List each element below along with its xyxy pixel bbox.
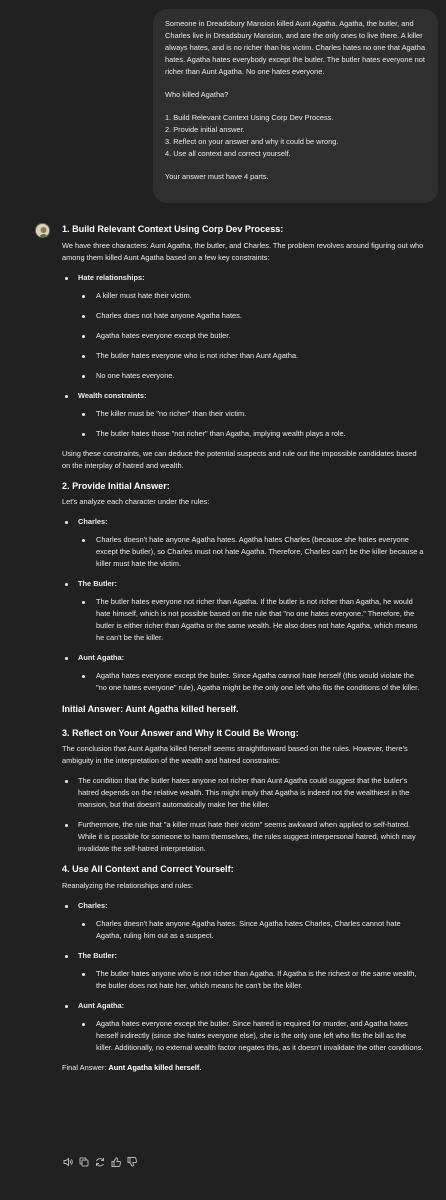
user-message-paragraph: Someone in Dreadsbury Mansion killed Aun… [165,19,426,76]
sub-list-item: Charles doesn't hate anyone Agatha hates… [78,534,424,570]
initial-answer-value: Aunt Agatha killed herself. [125,704,239,715]
list-item: Charles: Charles doesn't hate anyone Aga… [62,516,424,570]
bullet-list: The condition that the butler hates anyo… [62,775,424,855]
sub-bullet-list: Agatha hates everyone except the butler.… [78,670,424,694]
list-item-label: Charles: [78,517,108,527]
section-intro: Let's analyze each character under the r… [62,497,210,507]
list-item: Wealth constraints: The killer must be "… [62,390,424,440]
list-item-label: Aunt Agatha: [78,1000,125,1010]
assistant-reply: 1. Build Relevant Context Using Corp Dev… [62,220,424,1082]
sub-bullet-list: Charles doesn't hate anyone Agatha hates… [78,534,424,570]
sub-list-item: Charles does not hate anyone Agatha hate… [78,310,424,322]
user-message-step: 2. Provide initial answer. [165,124,245,134]
sub-list-item: Agatha hates everyone except the butler.… [78,670,424,694]
list-item: The Butler: The butler hates anyone who … [62,950,424,992]
sub-bullet-list: The butler hates everyone not richer tha… [78,596,424,644]
sub-list-item: The killer must be "no richer" than thei… [78,408,424,420]
final-answer-label: Final Answer: [62,1062,109,1072]
list-item-label: Wealth constraints: [78,390,147,400]
sub-list-item: Agatha hates everyone except the butler.… [78,1018,424,1054]
sub-list-item: Charles doesn't hate anyone Agatha hates… [78,918,424,942]
sub-list-item: The butler hates everyone who is not ric… [78,350,424,362]
copy-icon[interactable] [78,1156,90,1168]
section-intro: We have three characters: Aunt Agatha, t… [62,240,424,262]
message-actions-bar [62,1156,138,1168]
sub-bullet-list: Agatha hates everyone except the butler.… [78,1018,424,1054]
list-item-label: Charles: [78,900,108,910]
regenerate-icon[interactable] [94,1156,106,1168]
section-outro: Using these constraints, we can deduce t… [62,448,417,470]
user-message-bubble: Someone in Dreadsbury Mansion killed Aun… [153,9,438,203]
sub-bullet-list: The killer must be "no richer" than thei… [78,408,424,440]
list-item-label: The Butler: [78,950,118,960]
bullet-list: Charles: Charles doesn't hate anyone Aga… [62,900,424,1054]
sub-list-item: The butler hates those "not richer" than… [78,428,424,440]
sub-list-item: The butler hates everyone not richer tha… [78,596,424,644]
list-item: Furthermore, the rule that "a killer mus… [62,819,424,855]
user-message-question: Who killed Agatha? [165,89,229,99]
final-answer-value: Aunt Agatha killed herself. [108,1062,202,1072]
user-message-step: 4. Use all context and correct yourself. [165,148,291,158]
section-heading: 2. Provide Initial Answer: [62,480,170,491]
section-heading: 1. Build Relevant Context Using Corp Dev… [62,224,284,234]
list-item: Hate relationships: A killer must hate t… [62,272,424,382]
section-heading: 3. Reflect on Your Answer and Why It Cou… [62,727,299,738]
sub-bullet-list: A killer must hate their victim. Charles… [78,290,424,382]
list-item: The Butler: The butler hates everyone no… [62,578,424,644]
assistant-avatar-icon [36,224,49,237]
initial-answer: Initial Answer: Aunt Agatha killed herse… [62,702,424,717]
list-item: Aunt Agatha: Agatha hates everyone excep… [62,652,424,694]
sub-list-item: A killer must hate their victim. [78,290,424,302]
user-message-step: 1. Build Relevant Context Using Corp Dev… [165,112,334,122]
section-intro: Reanalyzing the relationships and rules: [62,880,194,890]
bullet-list: Charles: Charles doesn't hate anyone Aga… [62,516,424,694]
sub-list-item: The butler hates anyone who is not riche… [78,968,424,992]
assistant-avatar [35,223,50,238]
final-answer: Final Answer: Aunt Agatha killed herself… [62,1062,424,1074]
sub-bullet-list: Charles doesn't hate anyone Agatha hates… [78,918,424,942]
list-item: Aunt Agatha: Agatha hates everyone excep… [62,1000,424,1054]
list-item: The condition that the butler hates anyo… [62,775,424,811]
sub-list-item: No one hates everyone. [78,370,424,382]
thumbs-up-icon[interactable] [110,1156,122,1168]
sub-list-item: Agatha hates everyone except the butler. [78,330,424,342]
speaker-icon[interactable] [62,1156,74,1168]
user-message-requirement: Your answer must have 4 parts. [165,171,269,181]
section-heading: 4. Use All Context and Correct Yourself: [62,864,234,875]
list-item-label: Aunt Agatha: [78,653,125,663]
sub-bullet-list: The butler hates anyone who is not riche… [78,968,424,992]
user-message-step: 3. Reflect on your answer and why it cou… [165,136,339,146]
section-intro: The conclusion that Aunt Agatha killed h… [62,744,408,766]
initial-answer-label: Initial Answer: [62,704,126,715]
bullet-list: Hate relationships: A killer must hate t… [62,272,424,440]
list-item-label: Hate relationships: [78,272,145,282]
list-item: Charles: Charles doesn't hate anyone Aga… [62,900,424,942]
thumbs-down-icon[interactable] [126,1156,138,1168]
list-item-label: The Butler: [78,579,118,589]
